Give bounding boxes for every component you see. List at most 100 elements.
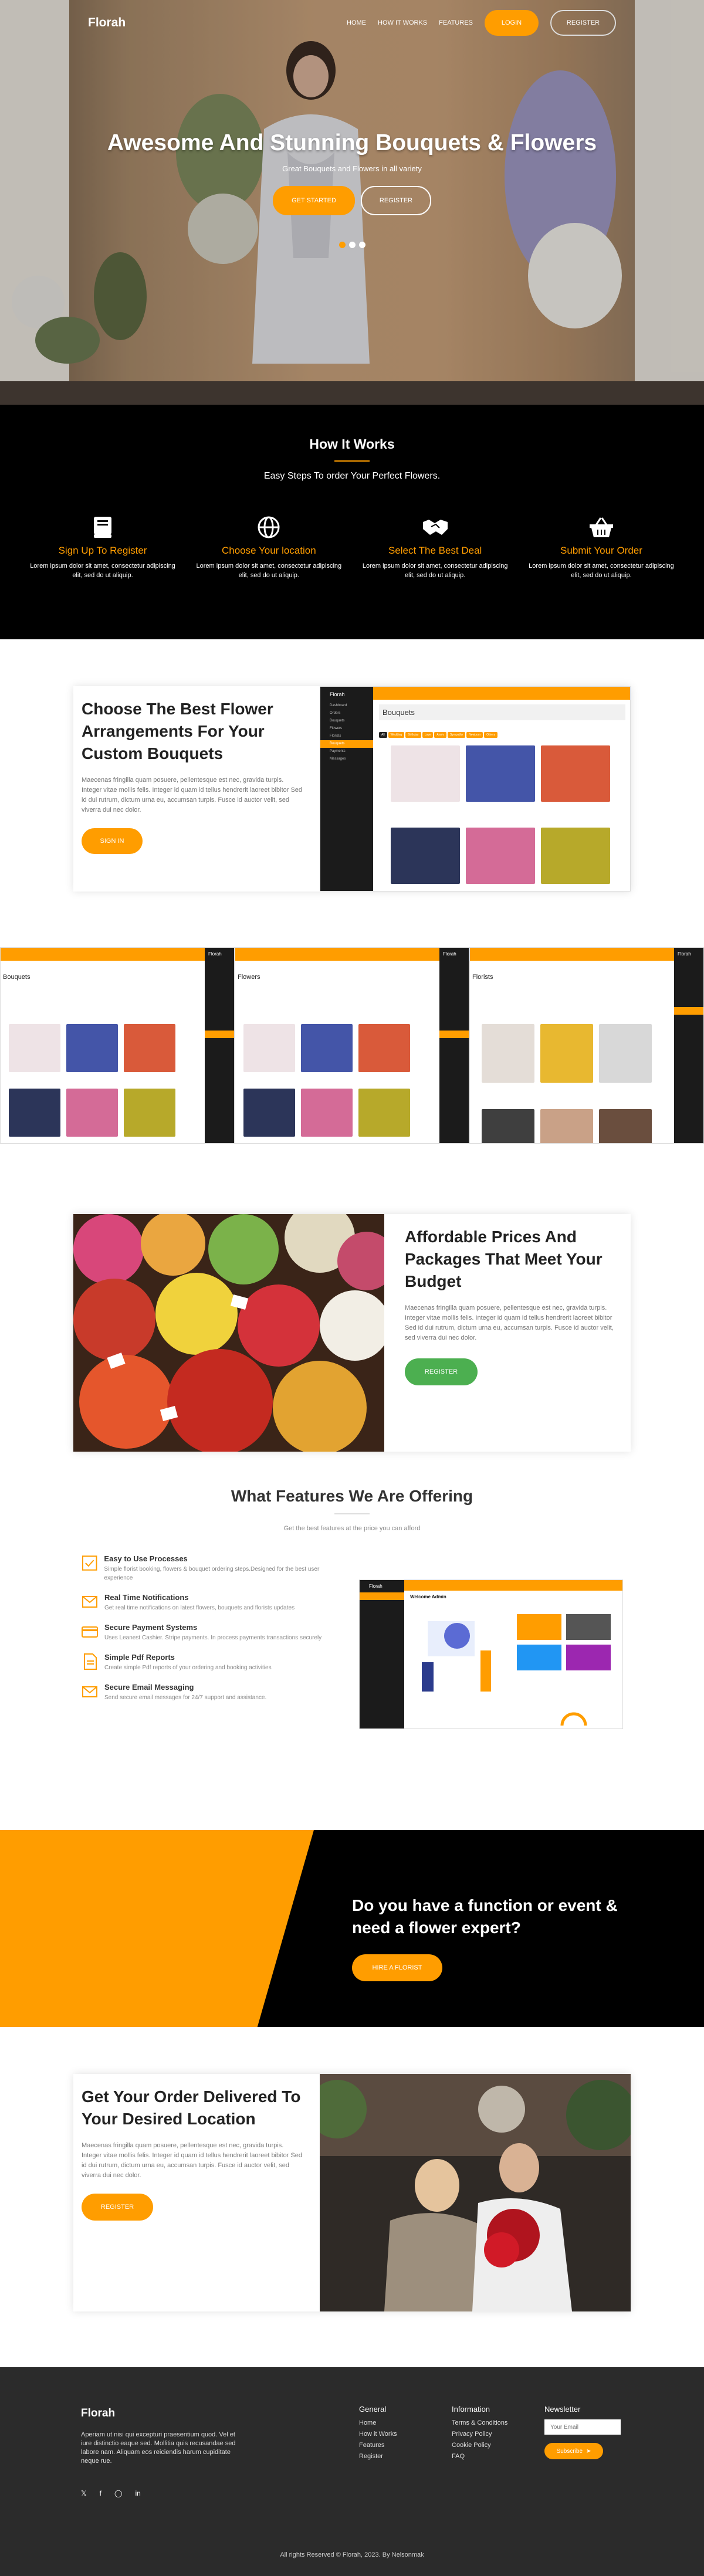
step-text: Lorem ipsum dolor sit amet, consectetur … xyxy=(30,562,175,579)
block-paragraph: Maecenas fringilla quam posuere, pellent… xyxy=(82,2142,303,2179)
pdf-report-icon xyxy=(84,1653,97,1670)
notification-icon xyxy=(82,1596,97,1608)
step-card: Choose Your location Lorem ipsum dolor s… xyxy=(195,516,342,580)
feature-title: Simple Pdf Reports xyxy=(104,1653,175,1662)
facebook-icon[interactable]: f xyxy=(100,2489,101,2497)
block-title: Get Your Order Delivered To Your Desired… xyxy=(82,2087,301,2128)
stat-card xyxy=(517,1614,561,1640)
feature-text: Uses Leanest Cashier. Stripe payments. I… xyxy=(104,1635,322,1641)
hero-content: Awesome And Stunning Bouquets & Flowers … xyxy=(0,130,704,215)
how-subtitle: Easy Steps To order Your Perfect Flowers… xyxy=(263,471,441,481)
register-green-button[interactable]: REGISTER xyxy=(405,1358,478,1385)
bouquet-tile xyxy=(541,828,610,884)
features-subtitle: Get the best features at the price you c… xyxy=(283,1525,421,1532)
hero-section: Florah HOME HOW IT WORKS FEATURES LOGIN … xyxy=(0,0,704,405)
register-button[interactable]: REGISTER xyxy=(550,10,616,36)
footer-link-how-it-works[interactable]: How it Works xyxy=(359,2431,397,2438)
feature-card: Affordable Prices And Packages That Meet… xyxy=(73,1214,631,1452)
send-icon: ➤ xyxy=(586,2448,591,2455)
newsletter-email-input[interactable] xyxy=(544,2419,621,2435)
footer-link-home[interactable]: Home xyxy=(359,2419,397,2426)
affordable-prices-section: Affordable Prices And Packages That Meet… xyxy=(0,1185,704,1466)
feature-title: Real Time Notifications xyxy=(104,1593,189,1602)
subscribe-button[interactable]: Subscribe ➤ xyxy=(544,2443,603,2459)
app-screenshot-florists: Florah Florists xyxy=(469,947,704,1144)
mock-menu-item: Messages xyxy=(330,757,346,761)
mock-brand: Florah xyxy=(330,692,345,697)
mock-page-title: Flowers xyxy=(238,974,260,981)
how-it-works-section: How It Works Easy Steps To order Your Pe… xyxy=(0,405,704,639)
block-text: Get Your Order Delivered To Your Desired… xyxy=(82,2086,304,2221)
process-icon xyxy=(82,1555,97,1571)
delivery-register-button[interactable]: REGISTER xyxy=(82,2194,153,2221)
footer-heading: Newsletter xyxy=(544,2405,581,2414)
dashboard-screenshot: Florah Welcome Admin xyxy=(359,1580,623,1729)
app-screenshot-bouquets: Florah Bouquets xyxy=(0,947,235,1144)
custom-bouquets-section: Choose The Best Flower Arrangements For … xyxy=(0,639,704,909)
globe-icon xyxy=(258,516,280,538)
carousel-dot[interactable] xyxy=(339,242,346,248)
flower-market-photo xyxy=(73,1214,384,1452)
block-text: Affordable Prices And Packages That Meet… xyxy=(405,1226,622,1385)
bouquet-tile xyxy=(391,828,460,884)
feature-text: Create simple Pdf reports of your orderi… xyxy=(104,1665,272,1671)
sign-in-button[interactable]: SIGN IN xyxy=(82,828,143,854)
feature-title: Secure Email Messaging xyxy=(104,1683,194,1692)
mock-topbar xyxy=(373,687,630,700)
mock-menu-item: Florists xyxy=(330,734,341,738)
orange-panel xyxy=(0,1830,314,2027)
delivery-section: Get Your Order Delivered To Your Desired… xyxy=(0,2027,704,2367)
carousel-dot[interactable] xyxy=(358,242,365,248)
nav-link-features[interactable]: FEATURES xyxy=(439,19,473,26)
footer-link-faq[interactable]: FAQ xyxy=(452,2453,507,2460)
footer-link-privacy[interactable]: Privacy Policy xyxy=(452,2431,507,2438)
mock-page-title: Bouquets xyxy=(379,704,625,720)
nav-link-how-it-works[interactable]: HOW IT WORKS xyxy=(378,19,427,26)
step-card: Sign Up To Register Lorem ipsum dolor si… xyxy=(29,516,176,580)
instagram-icon[interactable]: ◯ xyxy=(114,2489,122,2497)
book-icon xyxy=(94,517,111,538)
logo[interactable]: Florah xyxy=(88,16,126,30)
footer-newsletter: Newsletter Subscribe➤ xyxy=(544,2405,621,2459)
bouquet-tile xyxy=(466,828,535,884)
stat-card xyxy=(566,1645,611,1670)
block-title: Choose The Best Flower Arrangements For … xyxy=(82,700,273,762)
footer-heading: Information xyxy=(452,2405,490,2414)
dashboard-illustration xyxy=(422,1621,491,1692)
mock-page-title: Bouquets xyxy=(3,974,31,981)
features-section: What Features We Are Offering Get the be… xyxy=(0,1466,704,1830)
footer-link-features[interactable]: Features xyxy=(359,2442,397,2449)
footer-information: Information Terms & Conditions Privacy P… xyxy=(452,2405,507,2464)
carousel-dot[interactable] xyxy=(348,242,356,248)
block-paragraph: Maecenas fringilla quam posuere, pellent… xyxy=(82,777,303,814)
app-screenshot: Florah Dashboard Orders Bouquets Flowers… xyxy=(320,686,631,892)
get-started-button[interactable]: GET STARTED xyxy=(273,186,355,215)
hire-florist-button[interactable]: HIRE A FLORIST xyxy=(352,1954,442,1981)
footer-link-register[interactable]: Register xyxy=(359,2453,397,2460)
mock-filter-chips: All Wedding Birthday Love Anniv Sympathy Newbo… xyxy=(379,728,499,738)
nav-link-home[interactable]: HOME xyxy=(347,19,366,26)
footer-logo[interactable]: Florah xyxy=(81,2407,239,2420)
footer-link-terms[interactable]: Terms & Conditions xyxy=(452,2419,507,2426)
bouquet-tile xyxy=(541,745,610,802)
twitter-icon[interactable]: 𝕏 xyxy=(81,2489,87,2497)
bouquet-tile xyxy=(391,745,460,802)
login-button[interactable]: LOGIN xyxy=(485,10,539,36)
cta-title: Do you have a function or event & need a… xyxy=(352,1896,618,1937)
footer-link-cookie[interactable]: Cookie Policy xyxy=(452,2442,507,2449)
footer-about-text: Aperiam ut nisi qui excepturi praesentiu… xyxy=(81,2431,236,2465)
mock-brand: Florah xyxy=(443,951,456,957)
mock-menu-item: Flowers xyxy=(330,727,343,730)
mock-brand: Florah xyxy=(369,1584,383,1589)
mock-welcome: Welcome Admin xyxy=(410,1594,446,1599)
hero-register-button[interactable]: REGISTER xyxy=(361,186,431,215)
step-title: Choose Your location xyxy=(221,545,316,556)
linkedin-icon[interactable]: in xyxy=(135,2489,140,2497)
screenshot-strip: Florah Bouquets Florah Flowers Florah Fl… xyxy=(0,909,704,1185)
footer-general: General Home How it Works Features Regis… xyxy=(359,2405,397,2464)
app-screenshot-flowers: Florah Flowers xyxy=(235,947,469,1144)
feature-card: Choose The Best Flower Arrangements For … xyxy=(73,686,631,892)
features-list: Easy to Use Processes Simple florist book… xyxy=(81,1554,345,1702)
mock-brand: Florah xyxy=(678,951,691,957)
stat-card xyxy=(517,1645,561,1670)
